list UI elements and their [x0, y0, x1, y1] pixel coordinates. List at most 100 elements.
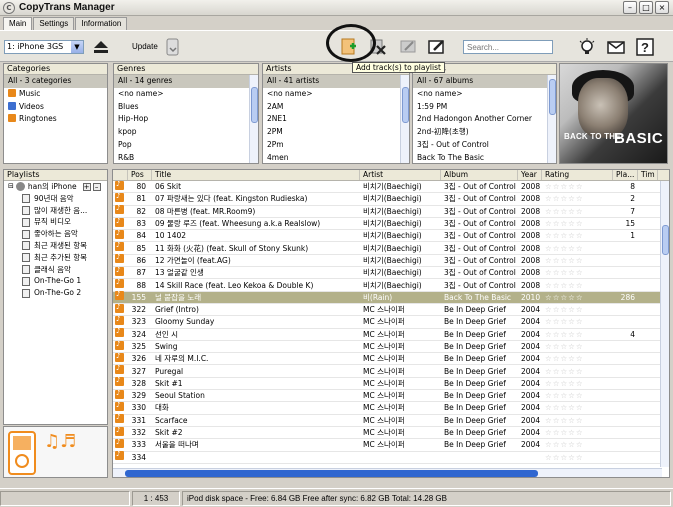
playlist-item[interactable]: 최근 재생된 항목 — [4, 240, 107, 252]
tab-main[interactable]: Main — [3, 17, 33, 30]
maximize-button[interactable]: □ — [639, 1, 653, 14]
albums-scrollbar[interactable] — [547, 75, 556, 163]
track-rating[interactable]: ☆☆☆☆☆ — [542, 390, 613, 401]
album-item[interactable]: <no name> — [413, 88, 556, 101]
track-rating[interactable]: ☆☆☆☆☆ — [542, 193, 613, 204]
track-row[interactable]: 334 ☆☆☆☆☆ — [113, 451, 669, 464]
category-item[interactable]: All - 3 categories — [4, 75, 107, 88]
column-header-plays[interactable]: Pla... — [613, 170, 638, 180]
add-playlist-button[interactable]: + — [82, 182, 91, 191]
track-rating[interactable]: ☆☆☆☆☆ — [542, 378, 613, 389]
column-header-time[interactable]: Tim — [638, 170, 658, 180]
playlist-item[interactable]: On-The-Go 1 — [4, 275, 107, 287]
genre-item[interactable]: R&B — [114, 152, 258, 163]
artist-item[interactable]: 2NE1 — [263, 113, 409, 126]
track-rating[interactable]: ☆☆☆☆☆ — [542, 452, 613, 463]
chevron-down-icon[interactable]: ▼ — [71, 41, 83, 53]
track-rating[interactable]: ☆☆☆☆☆ — [542, 341, 613, 352]
edit-info-button[interactable] — [397, 36, 419, 58]
column-header-album[interactable]: Album — [441, 170, 518, 180]
track-rating[interactable]: ☆☆☆☆☆ — [542, 292, 613, 303]
track-rating[interactable]: ☆☆☆☆☆ — [542, 329, 613, 340]
track-row[interactable]: 80 06 Skit 비치기(Baechigi) 3집 - Out of Contro… — [113, 180, 669, 194]
album-item[interactable]: 2nd Hadongon Another Corner — [413, 113, 556, 126]
device-select[interactable]: 1: iPhone 3GS ▼ — [4, 40, 84, 54]
track-row[interactable]: 326 네 자루의 M.I.C. MC 스나이퍼 Be In Deep Grief 20… — [113, 352, 669, 366]
genre-item[interactable]: All - 14 genres — [114, 75, 258, 88]
genres-header[interactable]: Genres — [114, 64, 258, 75]
track-row[interactable]: 322 Grief (Intro) MC 스나이퍼 Be In Deep Grief 2… — [113, 303, 669, 317]
track-row[interactable]: 333 서울을 떠나며 MC 스나이퍼 Be In Deep Grief 2004☆☆☆… — [113, 438, 669, 452]
album-item[interactable]: 2nd-初降(초행) — [413, 126, 556, 139]
playlist-item[interactable]: 많이 재생한 음... — [4, 205, 107, 217]
track-row[interactable]: 83 09 물랑 루즈 (feat. Wheesung a.k.a Realslo… — [113, 217, 669, 231]
track-row[interactable]: 331 Scarface MC 스나이퍼 Be In Deep Grief 2004☆☆… — [113, 414, 669, 427]
genre-item[interactable]: kpop — [114, 126, 258, 139]
track-list-hscrollbar[interactable] — [113, 468, 662, 477]
track-rating[interactable]: ☆☆☆☆☆ — [542, 316, 613, 327]
track-row[interactable]: 82 08 마른병 (feat. MR.Room9) 비치기(Baechigi) 3집… — [113, 205, 669, 218]
track-row[interactable]: 324 선인 시 MC 스나이퍼 Be In Deep Grief 2004☆☆☆☆☆ 4 — [113, 328, 669, 341]
track-row[interactable]: 332 Skit #2 MC 스나이퍼 Be In Deep Grief 2004☆☆☆… — [113, 426, 669, 440]
scroll-thumb[interactable] — [125, 470, 538, 477]
playlist-root[interactable]: ⊟ han의 iPhone + – — [4, 181, 107, 193]
track-rating[interactable]: ☆☆☆☆☆ — [542, 280, 613, 291]
track-rating[interactable]: ☆☆☆☆☆ — [542, 304, 613, 315]
close-button[interactable]: × — [655, 1, 669, 14]
feedback-button[interactable] — [605, 36, 627, 58]
edit-button[interactable] — [426, 36, 448, 58]
track-rating[interactable]: ☆☆☆☆☆ — [542, 415, 613, 426]
genres-scrollbar[interactable] — [249, 75, 258, 163]
track-row[interactable]: 330 대화 MC 스나이퍼 Be In Deep Grief 2004☆☆☆☆☆ — [113, 402, 669, 415]
track-rating[interactable]: ☆☆☆☆☆ — [542, 267, 613, 278]
track-rating[interactable]: ☆☆☆☆☆ — [542, 218, 613, 229]
playlist-item[interactable]: 좋아하는 음악 — [4, 228, 107, 240]
tree-toggle-icon[interactable]: ⊟ — [8, 181, 14, 193]
scroll-thumb[interactable] — [251, 87, 258, 123]
track-row[interactable]: 84 10 1402 비치기(Baechigi) 3집 - Out of Contro… — [113, 229, 669, 243]
scroll-thumb[interactable] — [549, 79, 556, 115]
artists-scrollbar[interactable] — [400, 75, 409, 163]
genre-item[interactable]: Pop — [114, 139, 258, 152]
playlist-item[interactable]: On-The-Go 2 — [4, 287, 107, 299]
track-rating[interactable]: ☆☆☆☆☆ — [542, 439, 613, 450]
playlist-item[interactable]: 클래식 음악 — [4, 264, 107, 276]
column-header-rating[interactable]: Rating — [542, 170, 613, 180]
update-button[interactable] — [162, 36, 184, 58]
artist-item[interactable]: 2Pm — [263, 139, 409, 152]
tips-button[interactable] — [576, 36, 598, 58]
album-item[interactable]: All - 67 albums — [413, 75, 556, 88]
column-header-artist[interactable]: Artist — [360, 170, 441, 180]
artist-item[interactable]: <no name> — [263, 88, 409, 101]
track-row[interactable]: 323 Gloomy Sunday MC 스나이퍼 Be In Deep Grief 2… — [113, 315, 669, 329]
column-header-year[interactable]: Year — [518, 170, 542, 180]
genre-item[interactable]: <no name> — [114, 88, 258, 101]
track-row[interactable]: 88 14 Skill Race (feat. Leo Kekoa & Doubl… — [113, 279, 669, 292]
track-row[interactable]: 329 Seoul Station MC 스나이퍼 Be In Deep Grief 2… — [113, 389, 669, 403]
artist-item[interactable]: 4men — [263, 152, 409, 163]
category-item[interactable]: Videos — [4, 101, 107, 114]
track-row[interactable]: 325 Swing MC 스나이퍼 Be In Deep Grief 2004☆☆☆☆☆ — [113, 340, 669, 354]
help-button[interactable]: ? — [634, 36, 656, 58]
track-row[interactable]: 328 Skit #1 MC 스나이퍼 Be In Deep Grief 2004☆☆☆… — [113, 377, 669, 391]
album-item[interactable]: Back To The Basic — [413, 152, 556, 163]
artist-item[interactable]: 2PM — [263, 126, 409, 139]
minimize-button[interactable]: – — [623, 1, 637, 14]
search-input[interactable] — [463, 40, 553, 54]
scroll-thumb[interactable] — [662, 225, 669, 255]
column-header-title[interactable]: Title — [152, 170, 360, 180]
track-row[interactable]: 155 널 붙잡을 노래 비(Rain) Back To The Basic 2010☆… — [113, 291, 669, 304]
playlist-item[interactable]: 90년대 음악 — [4, 193, 107, 205]
column-header-icon[interactable] — [113, 170, 128, 180]
track-rating[interactable]: ☆☆☆☆☆ — [542, 230, 613, 241]
track-row[interactable]: 85 11 화화 (火花) (feat. Skull of Stony Skunk… — [113, 242, 669, 255]
tab-settings[interactable]: Settings — [33, 17, 75, 30]
category-item[interactable]: Ringtones — [4, 113, 107, 126]
remove-playlist-button[interactable]: – — [92, 182, 101, 191]
track-rating[interactable]: ☆☆☆☆☆ — [542, 181, 613, 192]
track-row[interactable]: 86 12 가면놀이 (feat.AG) 비치기(Baechigi) 3집 - Out… — [113, 254, 669, 268]
artist-item[interactable]: 2AM — [263, 101, 409, 114]
track-row[interactable]: 87 13 얼굴같 인생 비치기(Baechigi) 3집 - Out of Cont… — [113, 266, 669, 280]
track-rating[interactable]: ☆☆☆☆☆ — [542, 243, 613, 254]
album-item[interactable]: 3집 - Out of Control — [413, 139, 556, 152]
